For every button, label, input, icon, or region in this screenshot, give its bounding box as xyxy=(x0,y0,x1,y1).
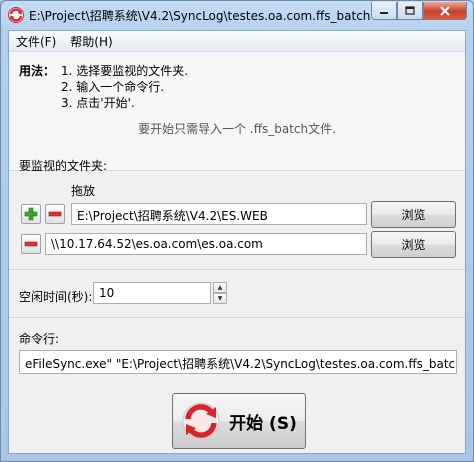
minus-icon xyxy=(48,211,62,217)
sync-arrows-icon xyxy=(8,7,24,23)
add-folder-button[interactable] xyxy=(21,204,41,224)
browse-button[interactable]: 浏览 xyxy=(371,231,456,258)
menu-bar: 文件(F) 帮助(H) xyxy=(9,31,465,52)
usage-label: 用法： xyxy=(19,64,56,78)
drop-label: 拖放 xyxy=(71,184,96,198)
maximize-button[interactable] xyxy=(397,2,423,20)
minimize-icon xyxy=(380,11,388,14)
minus-icon xyxy=(24,241,38,247)
command-line-input[interactable]: eFileSync.exe" "E:\Project\招聘系统\V4.2\Syn… xyxy=(19,350,457,374)
plus-icon xyxy=(24,207,38,221)
close-button[interactable] xyxy=(423,2,467,20)
maximize-icon xyxy=(405,5,415,15)
close-icon xyxy=(440,5,450,16)
folder-path-input[interactable]: E:\Project\招聘系统\V4.2\ES.WEB xyxy=(71,203,367,225)
usage-step: 2. 输入一个命令行. xyxy=(61,80,165,94)
usage-step: 3. 点击'开始'. xyxy=(61,96,135,110)
divider xyxy=(9,317,465,318)
idle-time-input[interactable]: 10 xyxy=(93,282,211,304)
usage-hint: 要开始只需导入一个 .ffs_batch文件. xyxy=(138,122,336,136)
spin-up-button[interactable]: ▲ xyxy=(213,282,227,293)
client-area: 文件(F) 帮助(H) 用法： 1. 选择要监视的文件夹. 2. 输入一个命令行… xyxy=(8,30,466,454)
caption-buttons xyxy=(371,2,467,21)
remove-folder-button[interactable] xyxy=(45,204,65,224)
menu-file[interactable]: 文件(F) xyxy=(9,33,63,50)
folder-path-input[interactable]: \\10.17.64.52\es.oa.com\es.oa.com xyxy=(45,233,367,255)
title-bar[interactable]: E:\Project\招聘系统\V4.2\SyncLog\testes.oa.c… xyxy=(1,1,473,29)
app-window: E:\Project\招聘系统\V4.2\SyncLog\testes.oa.c… xyxy=(0,0,474,462)
browse-button[interactable]: 浏览 xyxy=(371,201,456,228)
idle-time-spinner[interactable]: ▲ ▼ xyxy=(213,282,227,304)
idle-time-label: 空闲时间(秒): xyxy=(19,290,93,304)
command-line-label: 命令行: xyxy=(19,332,60,346)
remove-folder-button[interactable] xyxy=(21,234,41,254)
minimize-button[interactable] xyxy=(371,2,397,20)
divider xyxy=(9,269,465,270)
spin-down-button[interactable]: ▼ xyxy=(213,293,227,304)
menu-help[interactable]: 帮助(H) xyxy=(63,33,119,50)
usage-steps: 1. 选择要监视的文件夹. 2. 输入一个命令行. 3. 点击'开始'. xyxy=(61,63,188,111)
folders-label: 要监视的文件夹: xyxy=(19,159,108,173)
usage-panel: 用法： 1. 选择要监视的文件夹. 2. 输入一个命令行. 3. 点击'开始'.… xyxy=(9,52,465,171)
sync-arrows-icon xyxy=(182,402,220,440)
window-title: E:\Project\招聘系统\V4.2\SyncLog\testes.oa.c… xyxy=(29,9,371,23)
usage-step: 1. 选择要监视的文件夹. xyxy=(61,64,189,78)
start-button-label: 开始 (S) xyxy=(229,413,297,434)
start-button[interactable]: 开始 (S) xyxy=(172,393,306,449)
